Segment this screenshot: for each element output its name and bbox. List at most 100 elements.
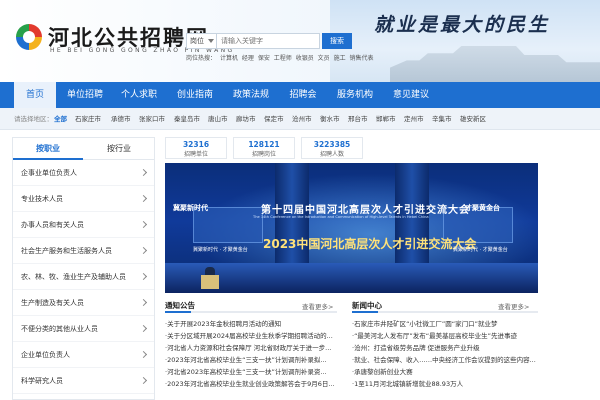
- notice-item[interactable]: ·2023年河北省高校毕业生就业创业政策解答会于9月6日...: [165, 378, 337, 390]
- category-item[interactable]: 企业单位负责人: [13, 342, 154, 368]
- category-label: 办事人员和有关人员: [21, 221, 84, 229]
- stat-employers: 32316 招聘单位: [165, 137, 227, 159]
- site-header: 河北公共招聘网 HE BEI GONG GONG ZHAO PIN WANG 岗…: [0, 0, 600, 82]
- hot-word[interactable]: 施工: [334, 55, 346, 62]
- page: 河北公共招聘网 HE BEI GONG GONG ZHAO PIN WANG 岗…: [0, 0, 600, 400]
- stat-label: 招聘人数: [319, 151, 344, 158]
- category-tabs: 按职业 按行业: [13, 138, 154, 160]
- chevron-down-icon: [208, 39, 214, 43]
- category-label: 企业单位负责人: [21, 351, 70, 359]
- region-item[interactable]: 辛集市: [432, 108, 452, 130]
- nav-item-service-agencies[interactable]: 服务机构: [330, 82, 380, 108]
- category-item[interactable]: 不便分类的其他从业人员: [13, 316, 154, 342]
- category-label: 农、林、牧、渔业生产及辅助人员: [21, 273, 126, 281]
- banner-title: 第十四届中国河北高层次人才引进交流大会: [261, 205, 470, 216]
- region-item[interactable]: 廊坊市: [236, 108, 256, 130]
- search-input[interactable]: [216, 33, 320, 49]
- news-item[interactable]: ·石家庄市井陉矿区“小社微工厂”圆“家门口”就业梦: [352, 318, 538, 330]
- notices-more-link[interactable]: 查看更多>: [302, 301, 333, 311]
- stat-value: 32316: [182, 140, 210, 149]
- hot-word[interactable]: 销售代表: [350, 55, 374, 62]
- notice-item[interactable]: ·河北省2023年高校毕业生“三支一扶”计划调剂补录资...: [165, 366, 337, 378]
- hot-word[interactable]: 经理: [242, 55, 254, 62]
- region-item[interactable]: 承德市: [111, 108, 131, 130]
- category-item[interactable]: 企事业单位负责人: [13, 160, 154, 186]
- region-item[interactable]: 雄安新区: [460, 108, 486, 130]
- category-item[interactable]: 社会生产服务和生活服务人员: [13, 238, 154, 264]
- hot-word[interactable]: 工程师: [274, 55, 292, 62]
- region-item[interactable]: 石家庄市: [75, 108, 101, 130]
- news-item[interactable]: ·承唐黎创新创业大赛: [352, 366, 538, 378]
- news-item[interactable]: ·沧州：打造省级劳务品牌 促进服务产业升级: [352, 342, 538, 354]
- conference-banner[interactable]: 冀聚新时代 才聚黄金台 第十四届中国河北高层次人才引进交流大会 The 14th…: [165, 163, 538, 293]
- category-label: 社会生产服务和生活服务人员: [21, 247, 112, 255]
- search-type-select[interactable]: 岗位: [186, 33, 216, 49]
- nav-item-startup-guide[interactable]: 创业指南: [170, 82, 220, 108]
- hot-word[interactable]: 文员: [318, 55, 330, 62]
- chevron-right-icon: [139, 376, 148, 385]
- category-label: 不便分类的其他从业人员: [21, 325, 98, 333]
- notice-item[interactable]: ·河北省人力资源和社会保障厅 河北省财政厅关于进一步...: [165, 342, 337, 354]
- nav-item-policies[interactable]: 政策法规: [226, 82, 276, 108]
- nav-item-home[interactable]: 首页: [14, 82, 56, 108]
- notice-item[interactable]: ·关于分区域开展2024届高校毕业生秋季学期招聘活动的...: [165, 330, 337, 342]
- nav-item-job-fair[interactable]: 招聘会: [282, 82, 324, 108]
- chevron-right-icon: [139, 272, 148, 281]
- region-item[interactable]: 唐山市: [208, 108, 228, 130]
- region-item[interactable]: 衡水市: [320, 108, 340, 130]
- category-label: 生产制造及有关人员: [21, 299, 84, 307]
- banner-subtitle: The 14th Conference on the Introduction …: [253, 215, 429, 219]
- chevron-right-icon: [139, 324, 148, 333]
- nav-item-job-seeking[interactable]: 个人求职: [114, 82, 164, 108]
- news-item[interactable]: ·1至11月河北城镇新增就业88.93万人: [352, 378, 538, 390]
- category-item[interactable]: 科学研究人员: [13, 368, 154, 394]
- region-item[interactable]: 张家口市: [139, 108, 165, 130]
- news-item[interactable]: ·“最美河北人发布厅”发布“最美基层高校毕业生”先进事迹: [352, 330, 538, 342]
- stat-value: 128121: [248, 140, 280, 149]
- site-logo-icon[interactable]: [14, 22, 44, 52]
- category-label: 科学研究人员: [21, 377, 63, 385]
- region-filter-bar: 请选择地区： 全部 石家庄市 承德市 张家口市 秦皇岛市 唐山市 廊坊市 保定市…: [0, 108, 600, 130]
- search-button[interactable]: 搜索: [322, 33, 352, 49]
- notices-divider: [165, 311, 337, 313]
- category-item[interactable]: 办事人员和有关人员: [13, 212, 154, 238]
- stat-label: 招聘岗位: [251, 151, 276, 158]
- category-item[interactable]: 专业技术人员: [13, 186, 154, 212]
- chevron-right-icon: [139, 298, 148, 307]
- region-item[interactable]: 保定市: [264, 108, 284, 130]
- news-divider: [352, 311, 538, 313]
- region-item[interactable]: 邯郸市: [376, 108, 396, 130]
- hot-word[interactable]: 收银员: [296, 55, 314, 62]
- hot-search-words: 岗位热搜： 计算机 经理 保安 工程师 收银员 文员 施工 销售代表: [186, 53, 376, 62]
- notice-item[interactable]: ·2023年河北省高校毕业生“三支一扶”计划调剂补录拟...: [165, 354, 337, 366]
- banner-right-tag: 才聚黄金台: [465, 204, 500, 212]
- header-slogan: 就业是最大的民生: [374, 14, 551, 36]
- main-nav: 首页 单位招聘 个人求职 创业指南 政策法规 招聘会 服务机构 意见建议: [0, 82, 600, 108]
- notices-title: 通知公告: [165, 301, 195, 310]
- notices-divider-accent: [165, 311, 191, 313]
- region-item[interactable]: 定州市: [404, 108, 424, 130]
- region-label: 请选择地区：: [14, 115, 53, 123]
- tab-by-occupation[interactable]: 按职业: [13, 138, 83, 160]
- hot-word[interactable]: 保安: [258, 55, 270, 62]
- region-item-all[interactable]: 全部: [54, 108, 67, 130]
- banner-left-tag: 冀聚新时代: [173, 204, 208, 212]
- category-item[interactable]: 生产制造及有关人员: [13, 290, 154, 316]
- category-item[interactable]: 农、林、牧、渔业生产及辅助人员: [13, 264, 154, 290]
- nav-item-employer-recruit[interactable]: 单位招聘: [60, 82, 110, 108]
- news-item[interactable]: ·就业、社会保障、收入……中央经济工作会议提到的这些内容...: [352, 354, 538, 366]
- nav-item-feedback[interactable]: 意见建议: [386, 82, 436, 108]
- region-item[interactable]: 沧州市: [292, 108, 312, 130]
- region-item[interactable]: 邢台市: [348, 108, 368, 130]
- notice-item[interactable]: ·关于开展2023年金秋招聘月活动的通知: [165, 318, 337, 330]
- category-label: 企事业单位负责人: [21, 169, 77, 177]
- chevron-right-icon: [139, 220, 148, 229]
- banner-stage: [165, 263, 538, 293]
- hot-word[interactable]: 计算机: [220, 55, 238, 62]
- tab-by-industry[interactable]: 按行业: [84, 138, 154, 160]
- banner-right-small: 冀聚新时代 · 才聚黄金台: [453, 247, 508, 253]
- news-more-link[interactable]: 查看更多>: [498, 301, 529, 311]
- job-category-sidebar: 按职业 按行业 企事业单位负责人 专业技术人员 办事人员和有关人员 社会生产服务…: [12, 137, 155, 400]
- region-item[interactable]: 秦皇岛市: [174, 108, 200, 130]
- banner-left-small: 冀聚新时代 · 才聚黄金台: [193, 247, 248, 253]
